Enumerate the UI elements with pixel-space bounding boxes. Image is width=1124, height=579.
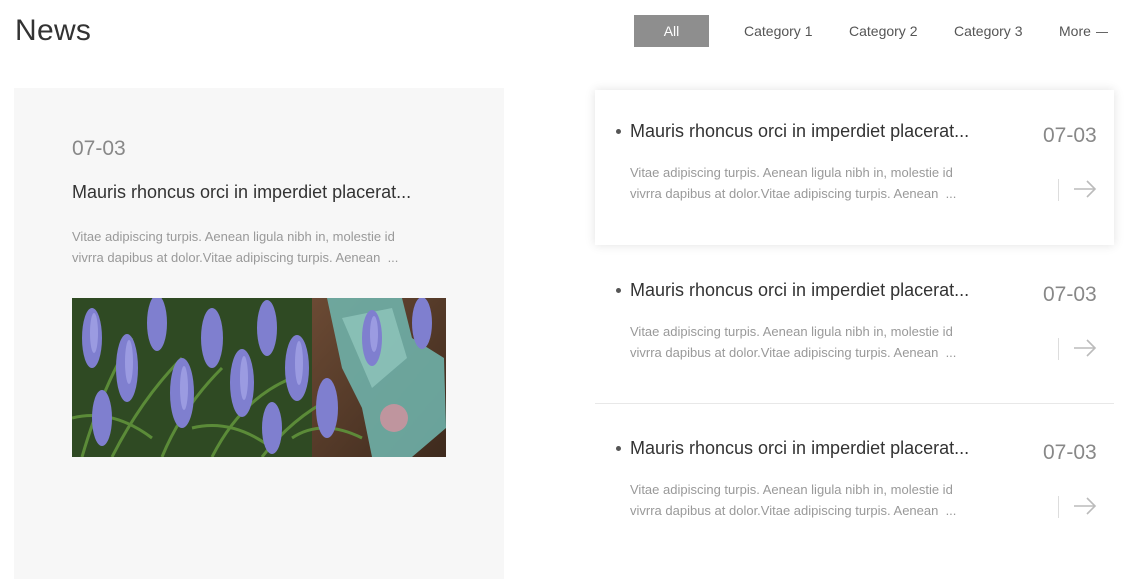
news-item[interactable]: Mauris rhoncus orci in imperdiet placera… bbox=[595, 407, 1114, 562]
separator bbox=[1058, 338, 1059, 360]
featured-title[interactable]: Mauris rhoncus orci in imperdiet placera… bbox=[72, 182, 452, 203]
lavender-photo bbox=[72, 298, 446, 457]
dash-icon bbox=[1095, 31, 1108, 33]
news-item-excerpt-line-1: Vitae adipiscing turpis. Aenean ligula n… bbox=[630, 165, 953, 180]
news-item-excerpt: Vitae adipiscing turpis. Aenean ligula n… bbox=[630, 479, 1005, 521]
bullet-icon bbox=[616, 129, 621, 134]
tab-more[interactable]: More bbox=[1059, 15, 1108, 47]
arrow-right-icon[interactable] bbox=[1073, 178, 1097, 200]
featured-excerpt-line-2: vivrra dapibus at dolor.Vitae adipiscing… bbox=[72, 250, 399, 265]
news-item[interactable]: Mauris rhoncus orci in imperdiet placera… bbox=[595, 90, 1114, 245]
news-item-title[interactable]: Mauris rhoncus orci in imperdiet placera… bbox=[630, 121, 1010, 142]
news-item-title[interactable]: Mauris rhoncus orci in imperdiet placera… bbox=[630, 438, 1010, 459]
featured-image[interactable] bbox=[72, 298, 446, 457]
news-item-date: 07-03 bbox=[1043, 283, 1097, 306]
arrow-right-icon[interactable] bbox=[1073, 495, 1097, 517]
separator bbox=[1058, 496, 1059, 518]
separator bbox=[1058, 179, 1059, 201]
news-item-date: 07-03 bbox=[1043, 124, 1097, 147]
bullet-icon bbox=[616, 446, 621, 451]
news-item-excerpt: Vitae adipiscing turpis. Aenean ligula n… bbox=[630, 162, 1005, 204]
featured-excerpt: Vitae adipiscing turpis. Aenean ligula n… bbox=[72, 226, 452, 268]
featured-article[interactable]: 07-03 Mauris rhoncus orci in imperdiet p… bbox=[14, 88, 504, 579]
tab-category-3[interactable]: Category 3 bbox=[954, 15, 1022, 47]
news-item-excerpt-line-2: vivrra dapibus at dolor.Vitae adipiscing… bbox=[630, 503, 957, 518]
tab-more-label: More bbox=[1059, 23, 1091, 39]
news-item[interactable]: Mauris rhoncus orci in imperdiet placera… bbox=[595, 249, 1114, 404]
news-item-excerpt-line-2: vivrra dapibus at dolor.Vitae adipiscing… bbox=[630, 345, 957, 360]
arrow-right-icon[interactable] bbox=[1073, 337, 1097, 359]
news-item-excerpt-line-2: vivrra dapibus at dolor.Vitae adipiscing… bbox=[630, 186, 957, 201]
featured-excerpt-line-1: Vitae adipiscing turpis. Aenean ligula n… bbox=[72, 229, 395, 244]
tab-category-1[interactable]: Category 1 bbox=[744, 15, 812, 47]
tab-category-3-label: Category 3 bbox=[954, 23, 1023, 39]
news-item-excerpt-line-1: Vitae adipiscing turpis. Aenean ligula n… bbox=[630, 324, 953, 339]
page-title: News bbox=[15, 14, 92, 47]
news-item-date: 07-03 bbox=[1043, 441, 1097, 464]
tab-all[interactable]: All bbox=[634, 15, 709, 47]
tab-category-2[interactable]: Category 2 bbox=[849, 15, 917, 47]
featured-date: 07-03 bbox=[72, 137, 126, 160]
news-item-title[interactable]: Mauris rhoncus orci in imperdiet placera… bbox=[630, 280, 1010, 301]
news-item-excerpt: Vitae adipiscing turpis. Aenean ligula n… bbox=[630, 321, 1005, 363]
news-item-excerpt-line-1: Vitae adipiscing turpis. Aenean ligula n… bbox=[630, 482, 953, 497]
bullet-icon bbox=[616, 288, 621, 293]
